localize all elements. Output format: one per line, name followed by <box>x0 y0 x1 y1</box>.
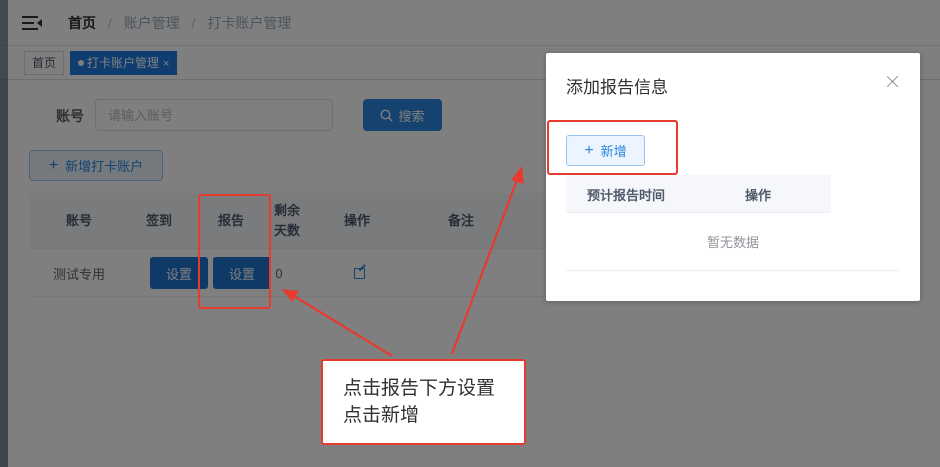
arrow-to-report-line <box>293 295 393 357</box>
annotation-callout: 点击报告下方设置 点击新增 <box>321 359 526 445</box>
arrow-to-new-line <box>450 179 519 355</box>
annotation-line1: 点击报告下方设置 <box>343 378 496 399</box>
annotation-line2: 点击新增 <box>343 405 420 426</box>
arrow-to-report-head <box>282 289 299 302</box>
arrow-to-new-head <box>511 166 524 184</box>
